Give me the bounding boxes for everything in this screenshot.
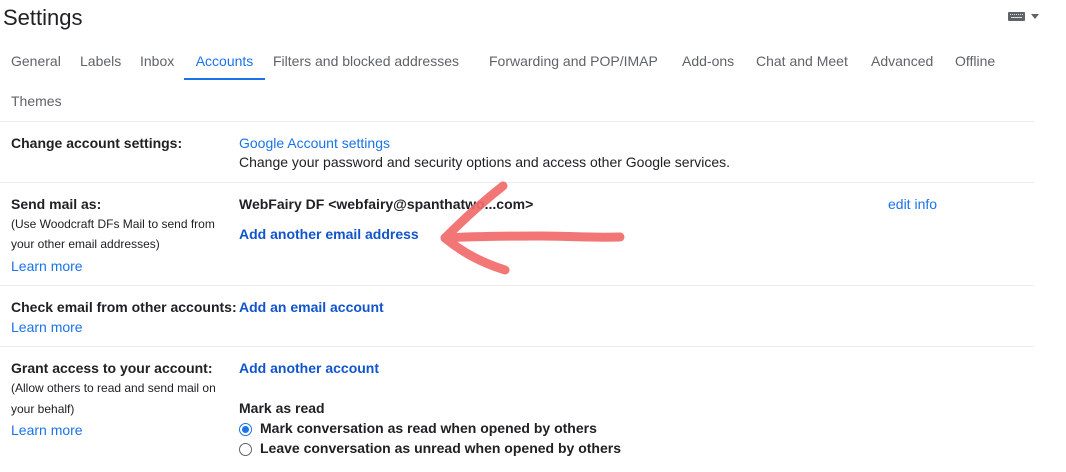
grant-access-section: Grant access to your account: (Allow oth… [0,346,1034,472]
section-label: Change account settings: [11,135,183,151]
tab-filters[interactable]: Filters and blocked addresses [273,42,459,80]
section-label: Send mail as: [11,196,102,212]
tab-labels[interactable]: Labels [80,42,121,80]
caret-down-icon [1031,14,1039,19]
input-tools-button[interactable] [1008,12,1039,21]
leave-unread-option-label: Leave conversation as unread when opened… [260,440,621,456]
learn-more-link[interactable]: Learn more [11,319,83,335]
tab-forwarding[interactable]: Forwarding and POP/IMAP [489,42,658,80]
learn-more-link[interactable]: Learn more [11,258,83,274]
section-hint: your behalf) [11,402,75,416]
tab-addons[interactable]: Add-ons [682,42,734,80]
leave-unread-radio[interactable] [239,443,252,456]
mark-as-read-heading: Mark as read [239,400,325,416]
keyboard-icon [1008,12,1025,21]
tab-themes[interactable]: Themes [11,82,62,120]
google-account-settings-link[interactable]: Google Account settings [239,135,390,151]
send-as-identity: WebFairy DF <webfairy@spanthatwo...com> [239,196,534,212]
tab-advanced[interactable]: Advanced [871,42,933,80]
section-hint: (Allow others to read and send mail on [11,381,216,395]
check-email-section: Check email from other accounts: Learn m… [0,285,1034,347]
section-label: Check email from other accounts: [11,299,237,315]
add-email-account-link[interactable]: Add an email account [239,299,384,315]
tab-inbox[interactable]: Inbox [140,42,174,80]
section-hint: your other email addresses) [11,237,160,251]
section-hint: (Use Woodcraft DFs Mail to send from [11,217,215,231]
mark-read-option-label: Mark conversation as read when opened by… [260,420,597,436]
mark-read-radio[interactable] [239,423,252,436]
edit-info-link[interactable]: edit info [888,196,937,212]
send-mail-as-section: Send mail as: (Use Woodcraft DFs Mail to… [0,182,1034,286]
section-label: Grant access to your account: [11,360,213,376]
add-another-account-link[interactable]: Add another account [239,360,379,376]
tab-general[interactable]: General [11,42,61,80]
change-account-section: Change account settings: Google Account … [0,121,1034,183]
tab-offline[interactable]: Offline [955,42,995,80]
section-description: Change your password and security option… [239,154,731,170]
add-another-email-link[interactable]: Add another email address [239,226,419,242]
settings-title: Settings [3,5,83,30]
tab-accounts[interactable]: Accounts [184,42,265,80]
learn-more-link[interactable]: Learn more [11,422,83,438]
tab-chat-meet[interactable]: Chat and Meet [756,42,848,80]
